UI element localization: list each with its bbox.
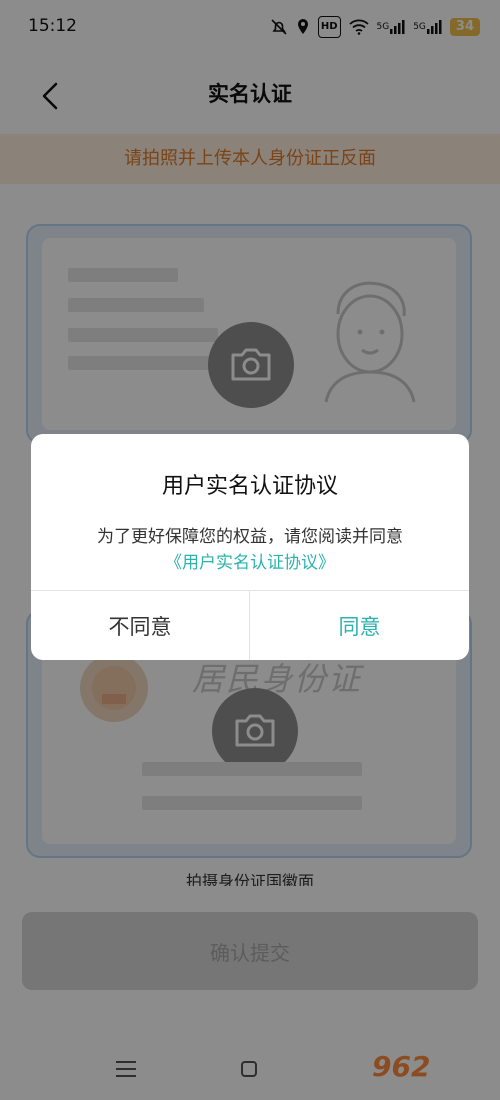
agreement-link[interactable]: 《用户实名认证协议》 [31, 548, 469, 573]
dialog-title: 用户实名认证协议 [161, 474, 338, 499]
agreement-dialog: 用户实名认证协议 为了更好保障您的权益，请您阅读并同意 《用户实名认证协议》 不… [31, 434, 469, 660]
agree-button[interactable]: 同意 [250, 591, 469, 660]
disagree-button[interactable]: 不同意 [31, 591, 249, 660]
dialog-message: 为了更好保障您的权益，请您阅读并同意 [97, 527, 403, 547]
